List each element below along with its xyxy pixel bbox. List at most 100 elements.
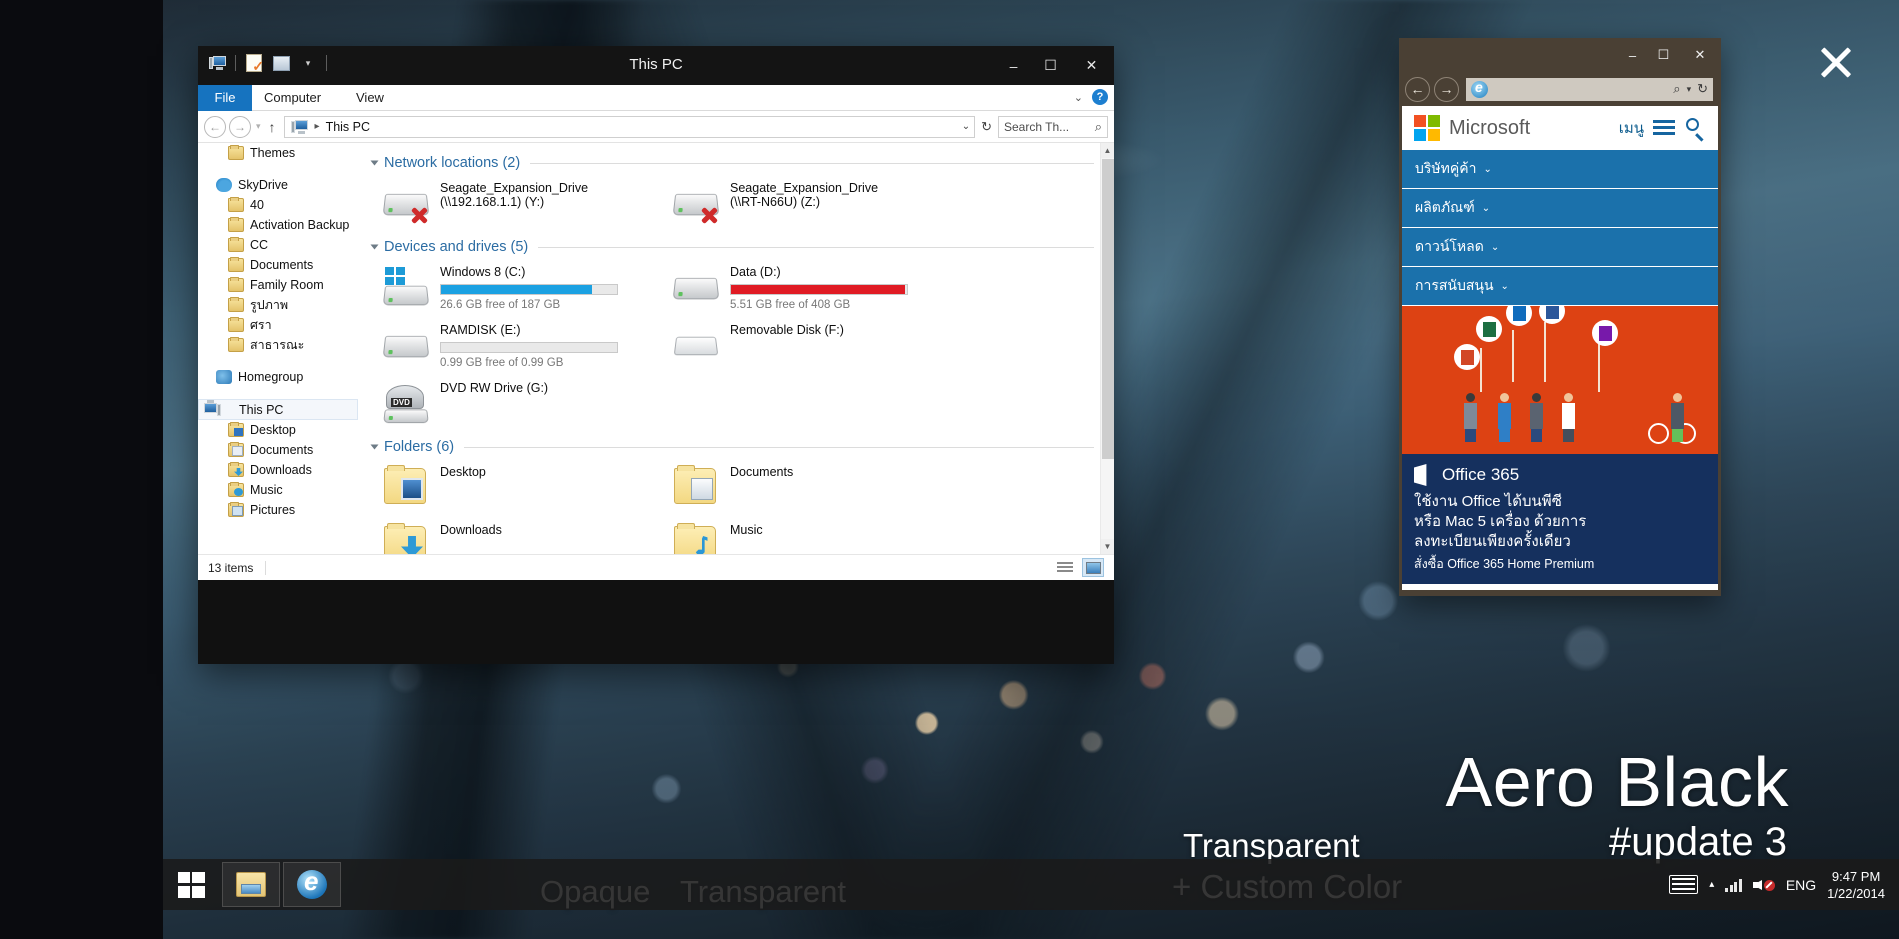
ie-title-bar[interactable]: – ☐ ✕ <box>1399 38 1721 72</box>
search-input[interactable]: Search Th... ⌕ <box>998 115 1108 138</box>
sidebar-item-family-room[interactable]: Family Room <box>198 275 358 295</box>
explorer-title-bar[interactable]: ▾ This PC – ☐ ✕ <box>198 46 1114 85</box>
explorer-window-controls[interactable]: – ☐ ✕ <box>995 46 1114 85</box>
chevron-down-icon[interactable]: ⌄ <box>1074 91 1083 104</box>
site-nav-item-0[interactable]: บริษัทคู่ค้า ⌄ <box>1402 150 1718 189</box>
refresh-icon[interactable]: ↻ <box>1697 81 1708 97</box>
tab-view[interactable]: View <box>344 85 396 111</box>
chevron-down-icon[interactable]: ⌄ <box>1491 242 1499 253</box>
close-button[interactable]: ✕ <box>1069 46 1114 85</box>
search-icon[interactable]: ⌕ <box>1095 119 1102 135</box>
scroll-up-icon[interactable]: ▲ <box>1101 143 1114 158</box>
group-header[interactable]: Devices and drives (5) <box>370 239 1114 255</box>
volume-muted-icon[interactable] <box>1752 876 1775 894</box>
sidebar-item-homegroup[interactable]: Homegroup <box>198 367 358 387</box>
minimize-button[interactable]: – <box>995 46 1032 85</box>
chevron-down-icon[interactable]: ⌄ <box>1483 164 1491 175</box>
keyboard-icon[interactable] <box>1669 875 1699 894</box>
minimize-button[interactable]: – <box>1617 38 1648 72</box>
group-header[interactable]: Network locations (2) <box>370 155 1114 171</box>
sidebar-item-40[interactable]: 40 <box>198 195 358 215</box>
back-button[interactable]: ← <box>1405 76 1430 102</box>
forward-button[interactable]: → <box>229 115 251 138</box>
list-item[interactable]: Downloads <box>382 517 672 554</box>
this-pc-icon[interactable] <box>206 52 228 74</box>
list-item[interactable]: Windows 8 (C:) 26.6 GB free of 187 GB <box>382 259 672 317</box>
group-header[interactable]: Folders (6) <box>370 439 1114 455</box>
sidebar-item-documents[interactable]: Documents <box>198 255 358 275</box>
list-item[interactable]: Seagate_Expansion_Drive (\\192.168.1.1) (… <box>382 175 672 233</box>
sidebar-item-[interactable]: ศรา <box>198 315 358 335</box>
back-button[interactable]: ← <box>204 115 226 138</box>
sidebar-item-themes[interactable]: Themes <box>198 143 358 163</box>
recent-locations-icon[interactable]: ▾ <box>256 121 261 132</box>
list-item[interactable]: Documents <box>672 459 962 517</box>
list-item[interactable]: Desktop <box>382 459 672 517</box>
tab-file[interactable]: File <box>198 85 252 111</box>
sidebar-item-cc[interactable]: CC <box>198 235 358 255</box>
sidebar-item-pictures[interactable]: Pictures <box>198 500 358 520</box>
list-item[interactable]: Music <box>672 517 962 554</box>
forward-button[interactable]: → <box>1434 76 1459 102</box>
maximize-button[interactable]: ☐ <box>1648 38 1679 72</box>
microsoft-site-nav[interactable]: บริษัทคู่ค้า ⌄ ผลิตภัณฑ์ ⌄ ดาวน์โหลด ⌄ การสนับ… <box>1402 150 1718 306</box>
new-folder-icon[interactable] <box>270 52 292 74</box>
list-item[interactable]: Data (D:) 5.51 GB free of 408 GB <box>672 259 962 317</box>
sidebar-item-[interactable]: สาธารณะ <box>198 335 358 355</box>
sidebar-item-this-pc[interactable]: This PC <box>198 399 358 420</box>
breadcrumb-dropdown-icon[interactable]: ⌄ <box>962 121 970 132</box>
menu-label[interactable]: เมนู <box>1619 116 1644 140</box>
chevron-down-icon[interactable] <box>370 244 379 250</box>
properties-icon[interactable] <box>243 52 265 74</box>
content-pane[interactable]: Network locations (2) Seagate_Expansion_D… <box>358 143 1114 554</box>
help-icon[interactable]: ? <box>1092 89 1108 105</box>
list-item[interactable]: RAMDISK (E:) 0.99 GB free of 0.99 GB <box>382 317 672 375</box>
office-365-promo[interactable]: Office 365 ใช้งาน Office ได้บนพีซี หรือ … <box>1402 454 1718 584</box>
ie-window-controls[interactable]: – ☐ ✕ <box>1617 38 1721 72</box>
sidebar-item-documents[interactable]: Documents <box>198 440 358 460</box>
content-scrollbar[interactable]: ▲ ▼ <box>1100 143 1114 554</box>
chevron-down-icon[interactable]: ▾ <box>1687 84 1692 95</box>
windows-start-icon[interactable] <box>163 859 219 910</box>
signal-bars-icon[interactable] <box>1725 877 1742 892</box>
clock[interactable]: 9:47 PM 1/22/2014 <box>1827 868 1885 902</box>
search-icon[interactable]: ⌕ <box>1673 81 1680 97</box>
chevron-down-icon[interactable]: ⌄ <box>1501 281 1509 292</box>
hamburger-icon[interactable] <box>1653 120 1675 136</box>
site-nav-item-1[interactable]: ผลิตภัณฑ์ ⌄ <box>1402 189 1718 228</box>
sidebar-item-[interactable]: รูปภาพ <box>198 295 358 315</box>
maximize-button[interactable]: ☐ <box>1032 46 1069 85</box>
scroll-down-icon[interactable]: ▼ <box>1101 539 1114 554</box>
close-button[interactable]: ✕ <box>1679 38 1721 72</box>
list-item[interactable]: Removable Disk (F:) <box>672 317 962 375</box>
scrollbar-thumb[interactable] <box>1102 159 1114 459</box>
customize-chevron-icon[interactable]: ▾ <box>297 52 319 74</box>
taskbar-internet-explorer[interactable] <box>283 862 341 907</box>
large-icons-view-icon[interactable] <box>1082 558 1104 577</box>
address-input[interactable]: ⌕ ▾ ↻ <box>1466 77 1713 101</box>
chevron-down-icon[interactable] <box>370 444 379 450</box>
language-indicator[interactable]: ENG <box>1786 877 1816 893</box>
close-icon[interactable] <box>1814 40 1858 84</box>
quick-access-toolbar[interactable]: ▾ <box>206 52 329 74</box>
details-view-icon[interactable] <box>1054 558 1076 577</box>
sidebar-item-downloads[interactable]: Downloads <box>198 460 358 480</box>
list-item[interactable]: DVD RW Drive (G:) <box>382 375 672 433</box>
breadcrumb[interactable]: ▸ This PC ⌄ <box>283 115 976 138</box>
navigation-pane[interactable]: Themes SkyDrive 40 Activation Backup CC Docum… <box>198 143 358 554</box>
view-mode-buttons[interactable] <box>1054 558 1104 577</box>
sidebar-item-music[interactable]: Music <box>198 480 358 500</box>
ribbon-tab-bar[interactable]: File Computer View ⌄ ? <box>198 85 1114 111</box>
search-icon[interactable] <box>1684 117 1706 141</box>
site-nav-item-2[interactable]: ดาวน์โหลด ⌄ <box>1402 228 1718 267</box>
refresh-icon[interactable]: ↻ <box>981 119 992 135</box>
taskbar-file-explorer[interactable] <box>222 862 280 907</box>
sidebar-item-activation-backup[interactable]: Activation Backup <box>198 215 358 235</box>
office-365-cta-link[interactable]: สั่งซื้อ Office 365 Home Premium <box>1414 556 1706 572</box>
tab-computer[interactable]: Computer <box>252 85 333 111</box>
up-button[interactable]: ↑ <box>269 119 276 135</box>
chevron-down-icon[interactable]: ⌄ <box>1482 203 1490 214</box>
site-nav-item-3[interactable]: การสนับสนุน ⌄ <box>1402 267 1718 306</box>
breadcrumb-current[interactable]: This PC <box>326 120 370 134</box>
chevron-down-icon[interactable] <box>370 160 379 166</box>
